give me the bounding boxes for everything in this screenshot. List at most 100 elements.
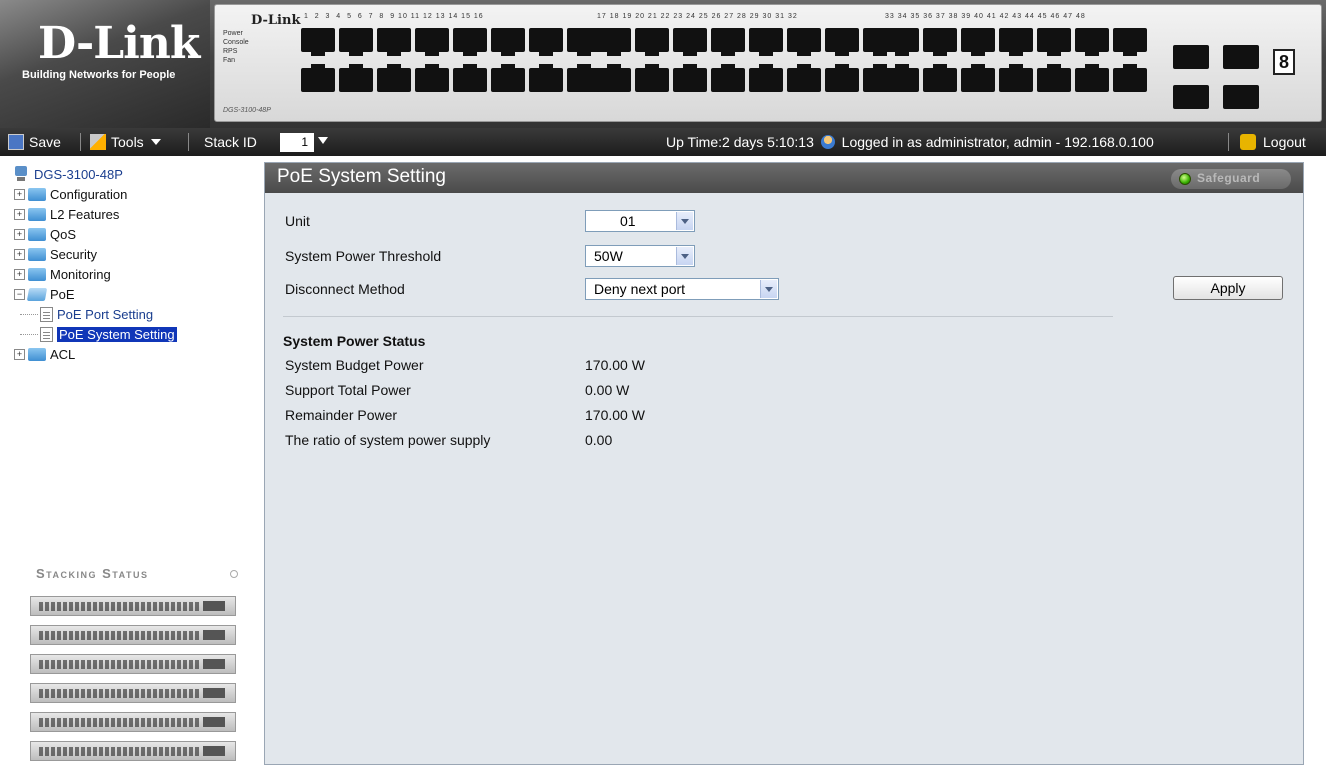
stack-unit-image[interactable] [30,683,236,703]
unit-label: Unit [285,213,310,229]
tools-menu-button[interactable]: Tools [90,134,161,150]
logout-button[interactable]: Logout [1240,134,1306,150]
port-row-bottom [597,64,897,92]
disconnect-method-value: Deny next port [594,281,686,297]
disconnect-method-select[interactable]: Deny next port [585,278,779,300]
power-status-heading: System Power Status [283,333,426,349]
tree-item-poe-system-setting[interactable]: PoE System Setting [14,324,256,344]
save-button[interactable]: Save [8,134,61,150]
expand-plus-icon[interactable]: + [14,268,25,280]
tree-item-label: Configuration [50,186,128,202]
led-console: Console [223,39,249,46]
stack-unit-image[interactable] [30,654,236,674]
folder-icon [28,227,46,241]
disconnect-method-label: Disconnect Method [285,281,405,297]
user-icon [820,135,835,149]
tree-root-device[interactable]: DGS-3100-48P [14,164,256,184]
tree-item-acl[interactable]: + ACL [14,344,256,364]
main-panel: PoE System Setting Safeguard Unit 01 Sys… [264,162,1304,765]
toolbar-divider [188,133,189,151]
expand-plus-icon[interactable]: + [14,228,25,240]
status-info: Up Time:2 days 5:10:13 Logged in as admi… [666,134,1154,150]
tree-item-poe-port-setting[interactable]: PoE Port Setting [14,304,256,324]
tree-item-label-selected[interactable]: PoE System Setting [57,326,177,342]
tree-item-qos[interactable]: + QoS [14,224,256,244]
tools-label: Tools [111,134,144,150]
chevron-down-icon[interactable] [318,137,328,144]
port-row-top [301,28,601,56]
chevron-down-icon[interactable] [760,280,777,298]
switch-front-panel-image: D-Link Power Console RPS Fan DGS-3100-48… [214,4,1322,122]
header-banner: D-Link Building Networks for People D-Li… [0,0,1326,128]
switch-brand-label: D-Link [251,13,301,28]
tree-item-poe[interactable]: − PoE [14,284,256,304]
chevron-down-icon [150,139,161,145]
stacking-status-title: Stacking Status [36,566,149,581]
folder-icon [28,207,46,221]
power-threshold-select[interactable]: 50W [585,245,695,267]
logout-label: Logout [1263,134,1306,150]
unit-select[interactable]: 01 [585,210,695,232]
port-numbers-3: 33 34 35 36 37 38 39 40 41 42 43 44 45 4… [885,13,1086,20]
stacking-status-panel: Stacking Status [0,556,256,765]
port-row-top [597,28,897,56]
refresh-icon[interactable] [230,570,238,578]
tree-item-label: Monitoring [50,266,111,282]
expand-plus-icon[interactable]: + [14,348,25,360]
sfp-port-icon [1173,45,1209,69]
unit-select-value: 01 [620,213,636,229]
led-fan: Fan [223,57,236,64]
tree-item-monitoring[interactable]: + Monitoring [14,264,256,284]
switch-model-label: DGS-3100-48P [223,107,271,114]
stack-unit-image[interactable] [30,596,236,616]
expand-plus-icon[interactable]: + [14,208,25,220]
stack-unit-image[interactable] [30,741,236,761]
status-row-label: Remainder Power [285,407,398,423]
page-icon [40,326,53,342]
status-row-value: 0.00 [585,432,613,448]
expand-plus-icon[interactable]: + [14,188,25,200]
save-label: Save [29,134,61,150]
port-row-top [885,28,1147,56]
status-row-label: The ratio of system power supply [285,432,491,448]
status-row-value: 170.00 W [585,357,645,373]
tree-item-security[interactable]: + Security [14,244,256,264]
folder-icon [28,347,46,361]
chevron-down-icon[interactable] [676,212,693,230]
collapse-minus-icon[interactable]: − [14,288,25,300]
stack-unit-image[interactable] [30,712,236,732]
tree-item-label: ACL [50,346,76,362]
sfp-port-icon [1173,85,1209,109]
tree-item-l2-features[interactable]: + L2 Features [14,204,256,224]
tools-icon [90,134,106,150]
chevron-down-icon[interactable] [676,247,693,265]
tree-item-configuration[interactable]: + Configuration [14,184,256,204]
key-icon [1240,134,1256,150]
tree-item-label[interactable]: PoE Port Setting [57,307,153,322]
tree-item-label: L2 Features [50,206,120,222]
folder-icon [28,267,46,281]
stack-id-display: 8 [1273,49,1295,75]
expand-plus-icon[interactable]: + [14,248,25,260]
power-threshold-value: 50W [594,248,623,264]
dlink-logo: D-Link [38,18,200,69]
status-row-value: 0.00 W [585,382,630,398]
navigation-tree: DGS-3100-48P + Configuration + L2 Featur… [0,156,256,556]
led-rps: RPS [223,48,238,55]
stack-id-select[interactable]: 1 [280,133,314,152]
open-folder-icon [26,287,48,301]
port-row-bottom [885,64,1147,92]
stack-id-label: Stack ID [204,134,257,150]
device-name[interactable]: DGS-3100-48P [34,167,123,182]
sfp-port-icon [1223,85,1259,109]
apply-button[interactable]: Apply [1173,276,1283,300]
uptime-text: Up Time:2 days 5:10:13 [666,134,814,150]
page-icon [40,306,53,322]
safeguard-indicator: Safeguard [1171,169,1291,189]
floppy-disk-icon [8,134,24,150]
tree-item-label: Security [50,246,97,262]
led-power: Power [223,30,243,37]
stack-unit-image[interactable] [30,625,236,645]
logo-tagline: Building Networks for People [22,69,176,81]
port-group-1: 1 2 3 4 5 6 7 8 9 10 11 12 13 14 15 16 [301,13,601,92]
